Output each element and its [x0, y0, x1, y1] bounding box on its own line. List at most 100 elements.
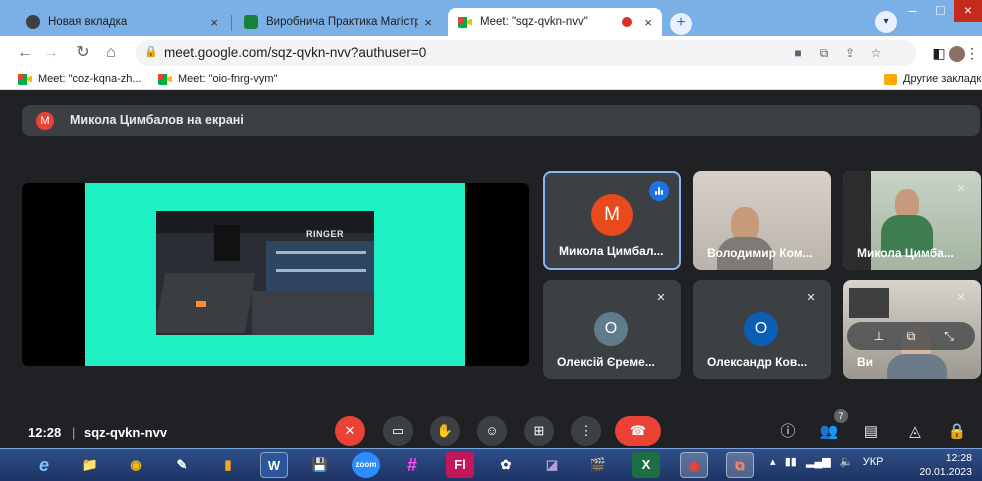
classroom-icon	[244, 15, 258, 29]
bookmark-label: Meet: "coz-kqna-zh...	[38, 73, 142, 85]
camera-button[interactable]: ▭	[383, 416, 413, 446]
present-screen-button[interactable]: ⊞	[524, 416, 554, 446]
participant-avatar: O	[744, 312, 778, 346]
tray-arrow-icon[interactable]: ▴	[770, 456, 776, 468]
raise-hand-button[interactable]: ✋	[430, 416, 460, 446]
meeting-time: 12:28	[28, 425, 62, 440]
participant-tile[interactable]: ✕ Микола Цимба...	[843, 171, 981, 270]
minimize-button[interactable]: –	[898, 0, 927, 22]
participant-avatar: O	[594, 312, 628, 346]
participant-tile-self[interactable]: ✕ ⊥ ⧉ ⤡ Ви	[843, 280, 981, 379]
signal-icon[interactable]: ▂▄▆	[806, 456, 831, 468]
explorer-folder-icon[interactable]: 📁	[76, 452, 104, 478]
translate-icon[interactable]: ⧉	[816, 45, 832, 61]
tile-hover-controls: ⊥ ⧉ ⤡	[847, 322, 975, 350]
share-icon[interactable]: ⇪	[842, 45, 858, 61]
activities-icon[interactable]: ◬	[904, 421, 926, 443]
browser-tab-strip: Новая вкладка × Виробнича Практика Магіс…	[0, 0, 982, 36]
browser-toolbar: ← → ↻ ⌂ 🔒 meet.google.com/sqz-qvkn-nvv?a…	[0, 36, 982, 70]
frame-icon[interactable]: ⧉	[901, 326, 921, 346]
presentation-banner[interactable]: M Микола Цимбалов на екрані	[22, 105, 980, 136]
movie-clapper-icon[interactable]: 🎬	[584, 452, 612, 478]
excel-icon[interactable]: X	[632, 452, 660, 478]
shared-screen-banner-text: RINGER	[306, 229, 345, 239]
new-tab-button[interactable]: +	[670, 13, 692, 35]
chrome-icon[interactable]: ◉	[122, 452, 150, 478]
paint-icon[interactable]: ✎	[168, 452, 196, 478]
bookmark-meet-oio[interactable]: Meet: "oio-fnrg-vym"	[158, 73, 278, 85]
volume-icon[interactable]: 🔈	[840, 456, 854, 468]
bookmark-star-icon[interactable]: ☆	[868, 45, 884, 61]
mic-off-icon: ✕	[956, 183, 966, 195]
meet-stage: M Микола Цимбалов на екрані RINGER M Мик…	[0, 91, 982, 448]
divider: |	[72, 425, 76, 440]
word-icon[interactable]: W	[260, 452, 288, 478]
internet-explorer-icon[interactable]: e	[30, 452, 58, 478]
video-editor-icon[interactable]: ◪	[538, 452, 566, 478]
mic-off-icon: ✕	[656, 292, 666, 304]
participant-tile[interactable]: M Микола Цимбал...	[543, 171, 681, 270]
zoom-icon[interactable]: zoom	[352, 452, 380, 478]
close-icon[interactable]: ×	[644, 15, 652, 30]
bookmark-meet-coz[interactable]: Meet: "coz-kqna-zh...	[18, 73, 142, 85]
flower-app-icon[interactable]: ✿	[492, 452, 520, 478]
participant-tile[interactable]: O ✕ Олексій Єреме...	[543, 280, 681, 379]
people-icon[interactable]: 👥	[818, 421, 840, 443]
system-clock[interactable]: 12:28 20.01.2023	[919, 451, 972, 479]
presenter-avatar: M	[36, 112, 54, 130]
presentation-app-icon[interactable]: ⧉	[726, 452, 754, 478]
bookmark-label: Другие закладки	[903, 73, 982, 85]
recording-dot-icon	[622, 17, 633, 27]
home-icon[interactable]: ⌂	[100, 42, 122, 64]
meeting-info-icon[interactable]: ⓘ	[777, 421, 799, 443]
participant-name: Олександр Ков...	[707, 355, 808, 369]
lock-icon: 🔒	[144, 46, 158, 58]
emoji-button[interactable]: ☺	[477, 416, 507, 446]
participant-tile[interactable]: Володимир Ком...	[693, 171, 831, 270]
bookmark-label: Meet: "oio-fnrg-vym"	[178, 73, 278, 85]
minimize-tile-icon[interactable]: ⤡	[939, 326, 959, 346]
chat-icon[interactable]: ▤	[860, 421, 882, 443]
hashtag-icon[interactable]: #	[398, 452, 426, 478]
maximize-button[interactable]: □	[926, 0, 955, 22]
back-arrow-icon[interactable]: ←	[14, 42, 36, 64]
participant-tile[interactable]: O ✕ Олександр Ков...	[693, 280, 831, 379]
reload-icon[interactable]: ↻	[72, 42, 94, 64]
language-indicator[interactable]: УКР	[863, 456, 884, 468]
mic-off-icon: ✕	[806, 292, 816, 304]
menu-kebab-icon[interactable]: ⋮	[964, 42, 980, 64]
tab-search-chevron-icon[interactable]: ▾	[875, 11, 897, 33]
pin-icon[interactable]: ⊥	[869, 326, 889, 346]
tab-meet[interactable]: Meet: "sqz-qvkn-nvv" ×	[448, 8, 662, 36]
other-bookmarks-folder[interactable]: Другие закладки	[884, 73, 982, 85]
close-window-button[interactable]: ×	[954, 0, 982, 22]
leave-call-button[interactable]: ☎	[615, 416, 661, 446]
chrome-active-icon[interactable]: ◉	[680, 452, 708, 478]
meet-icon	[158, 73, 172, 85]
tab-practice[interactable]: Виробнича Практика Магістрі ×	[234, 8, 442, 36]
camera-indicator-icon[interactable]: ■	[790, 45, 806, 61]
participant-name: Володимир Ком...	[707, 246, 813, 260]
flash-icon[interactable]: Fl	[446, 452, 474, 478]
participant-avatar: M	[591, 194, 633, 236]
folder-icon	[884, 73, 897, 85]
archive-icon[interactable]: ▮	[214, 452, 242, 478]
chrome-icon	[26, 15, 40, 29]
network-icon[interactable]: ▮▮	[785, 456, 797, 468]
close-icon[interactable]: ×	[210, 15, 218, 30]
tab-new-tab[interactable]: Новая вкладка ×	[16, 8, 228, 36]
save-disk-icon[interactable]: 💾	[306, 452, 334, 478]
forward-arrow-icon[interactable]: →	[40, 42, 62, 64]
more-options-button[interactable]: ⋮	[571, 416, 601, 446]
clock-date: 20.01.2023	[919, 466, 972, 478]
bookmarks-bar: Meet: "coz-kqna-zh... Meet: "oio-fnrg-vy…	[0, 70, 982, 90]
system-tray: ▴ ▮▮ ▂▄▆ 🔈 УКР	[770, 455, 883, 468]
close-icon[interactable]: ×	[424, 15, 432, 30]
address-bar[interactable]: 🔒 meet.google.com/sqz-qvkn-nvv?authuser=…	[136, 40, 916, 66]
shared-photo-music-store: RINGER	[156, 211, 374, 335]
participant-name: Микола Цимба...	[857, 246, 954, 260]
meet-icon	[18, 73, 32, 85]
mic-off-button[interactable]: ✕	[335, 416, 365, 446]
shared-screen[interactable]: RINGER	[22, 183, 529, 366]
host-controls-icon[interactable]: 🔒	[946, 421, 968, 443]
